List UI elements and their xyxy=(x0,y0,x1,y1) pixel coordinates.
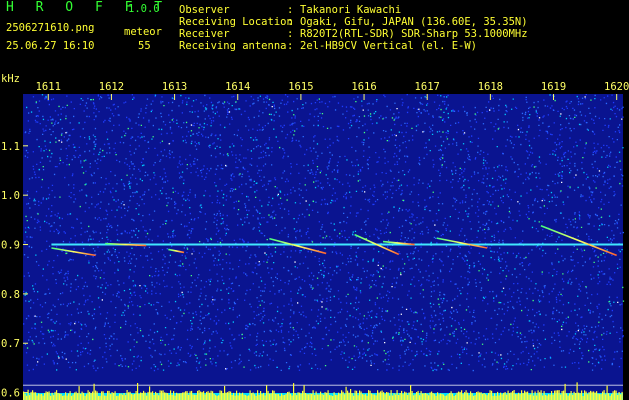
y-tick-label: 0.9 xyxy=(1,240,20,252)
x-tick-label: 1615 xyxy=(288,81,313,93)
x-tick-label: 1620 xyxy=(604,81,629,93)
hroft-screen: H R O F F T 1.0.0 2506271610.png 25.06.2… xyxy=(0,0,629,400)
x-tick-label: 1617 xyxy=(415,81,440,93)
y-axis-label: kHz xyxy=(1,73,20,85)
x-tick-label: 1611 xyxy=(36,81,61,93)
x-tick-label: 1619 xyxy=(541,81,566,93)
spectrogram-chart: 1611 1612 1613 1614 1615 1616 1617 1618 1619 1620… xyxy=(1,73,629,400)
spectrogram-area xyxy=(23,94,623,400)
x-tick-label: 1613 xyxy=(162,81,187,93)
y-tick-label: 1.1 xyxy=(1,141,20,153)
x-tick-label: 1614 xyxy=(225,81,250,93)
y-tick-label: 0.7 xyxy=(1,338,20,350)
x-tick-label: 1618 xyxy=(478,81,503,93)
y-tick-label: 1.0 xyxy=(1,190,20,202)
x-tick-label: 1612 xyxy=(99,81,124,93)
y-tick-label: 0.6 xyxy=(1,388,20,400)
x-tick-label: 1616 xyxy=(351,81,376,93)
y-tick-label: 0.8 xyxy=(1,289,20,301)
